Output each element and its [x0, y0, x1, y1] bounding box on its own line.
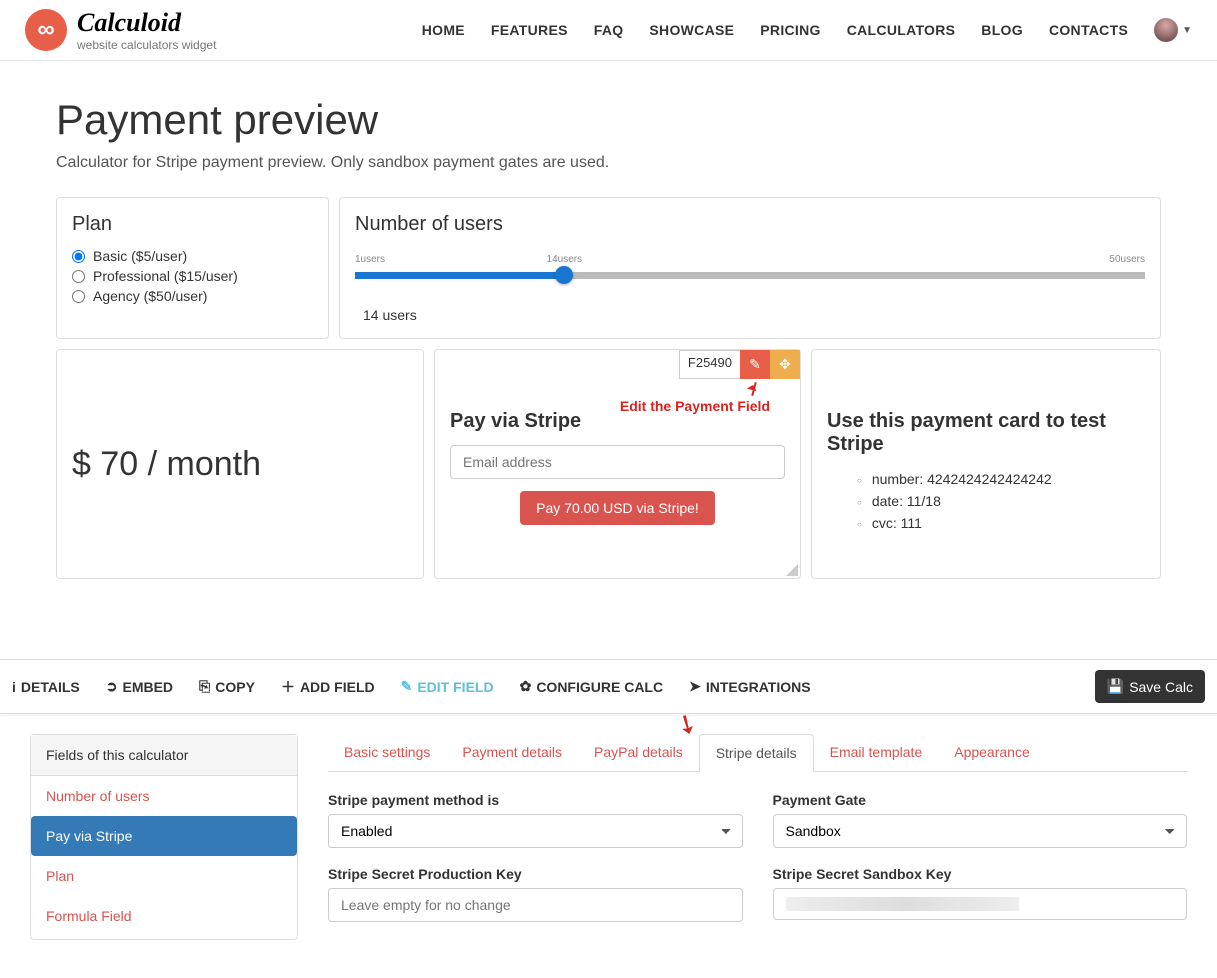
- field-id-badge: F25490: [679, 350, 740, 379]
- login-icon: ➲: [106, 678, 118, 695]
- header: ∞ Calculoid website calculators widget H…: [0, 0, 1217, 61]
- slider-min-label: 1users: [355, 254, 385, 265]
- pencil-icon: ✎: [401, 678, 413, 695]
- tab-appearance[interactable]: Appearance: [938, 734, 1046, 771]
- users-slider[interactable]: 1users 14users 50users: [355, 254, 1145, 279]
- method-label: Stripe payment method is: [328, 792, 743, 808]
- brand-tagline: website calculators widget: [77, 38, 216, 52]
- logo[interactable]: ∞ Calculoid website calculators widget: [25, 8, 216, 52]
- nav-blog[interactable]: BLOG: [981, 22, 1023, 38]
- save-icon: 💾: [1107, 678, 1124, 695]
- test-card: Use this payment card to test Stripe num…: [811, 349, 1161, 579]
- nav-contacts[interactable]: CONTACTS: [1049, 22, 1128, 38]
- blurred-value: [786, 897, 1019, 911]
- save-calc-button[interactable]: 💾Save Calc: [1095, 670, 1205, 703]
- gate-select[interactable]: Sandbox: [773, 814, 1188, 848]
- edit-annotation: Edit the Payment Field: [620, 398, 770, 414]
- nav-faq[interactable]: FAQ: [594, 22, 624, 38]
- test-card-number: number: 4242424242424242: [857, 468, 1145, 490]
- tool-add-field[interactable]: ＋ADD FIELD: [281, 677, 375, 697]
- sandbox-key-label: Stripe Secret Sandbox Key: [773, 866, 1188, 882]
- test-card-title: Use this payment card to test Stripe: [827, 410, 1145, 456]
- tool-details[interactable]: iDETAILS: [12, 679, 80, 695]
- tab-paypal[interactable]: PayPal details: [578, 734, 699, 771]
- form-area: Basic settings Payment details PayPal de…: [328, 734, 1187, 940]
- field-item-users[interactable]: Number of users: [31, 776, 297, 816]
- slider-current-label: 14users: [547, 254, 583, 265]
- fields-panel: Fields of this calculator Number of user…: [30, 734, 298, 940]
- tab-email[interactable]: Email template: [814, 734, 939, 771]
- nav-calculators[interactable]: CALCULATORS: [847, 22, 956, 38]
- logo-icon: ∞: [25, 9, 67, 51]
- plan-option-basic[interactable]: Basic ($5/user): [72, 248, 313, 264]
- move-field-button[interactable]: ✥: [770, 350, 800, 379]
- nav-pricing[interactable]: PRICING: [760, 22, 820, 38]
- plan-radio-basic[interactable]: [72, 250, 85, 263]
- resize-handle-icon[interactable]: [786, 564, 798, 576]
- plus-icon: ＋: [281, 677, 295, 697]
- tool-configure[interactable]: ✿CONFIGURE CALC: [520, 678, 664, 695]
- user-menu[interactable]: ▼: [1154, 18, 1192, 42]
- pencil-icon: ✎: [749, 356, 761, 373]
- tool-embed[interactable]: ➲EMBED: [106, 678, 173, 695]
- plan-radio-professional[interactable]: [72, 270, 85, 283]
- prod-key-label: Stripe Secret Production Key: [328, 866, 743, 882]
- test-card-cvc: cvc: 111: [857, 512, 1145, 534]
- move-icon: ✥: [779, 356, 791, 373]
- gear-icon: ✿: [520, 678, 532, 695]
- plan-card: Plan Basic ($5/user) Professional ($15/u…: [56, 197, 329, 339]
- page-title: Payment preview: [56, 96, 1161, 144]
- email-input[interactable]: [450, 445, 785, 479]
- copy-icon: ⎘: [199, 678, 210, 695]
- tab-stripe[interactable]: ➘Stripe details: [699, 734, 814, 772]
- method-select[interactable]: Enabled: [328, 814, 743, 848]
- tool-copy[interactable]: ⎘COPY: [199, 678, 255, 695]
- cursor-icon: ➤: [689, 678, 701, 695]
- page-subtitle: Calculator for Stripe payment preview. O…: [56, 154, 1161, 172]
- plan-option-professional[interactable]: Professional ($15/user): [72, 268, 313, 284]
- slider-track[interactable]: [355, 272, 1145, 279]
- plan-option-agency[interactable]: Agency ($50/user): [72, 288, 313, 304]
- nav-features[interactable]: FEATURES: [491, 22, 568, 38]
- info-icon: i: [12, 679, 16, 695]
- tool-edit-field[interactable]: ✎EDIT FIELD: [401, 678, 494, 695]
- field-header: F25490 ✎ ✥: [679, 350, 800, 379]
- users-value-text: 14 users: [355, 307, 1145, 323]
- slider-max-label: 50users: [1109, 254, 1145, 265]
- price-text: $ 70 / month: [72, 445, 261, 484]
- tabs-row: Basic settings Payment details PayPal de…: [328, 734, 1187, 772]
- plan-radio-agency[interactable]: [72, 290, 85, 303]
- slider-thumb[interactable]: [555, 266, 573, 284]
- price-card: $ 70 / month: [56, 349, 424, 579]
- users-title: Number of users: [355, 213, 1145, 236]
- editor-toolbar: iDETAILS ➲EMBED ⎘COPY ＋ADD FIELD ✎EDIT F…: [0, 659, 1217, 714]
- main-nav: HOME FEATURES FAQ SHOWCASE PRICING CALCU…: [422, 18, 1192, 42]
- field-item-formula[interactable]: Formula Field: [31, 896, 297, 936]
- gate-label: Payment Gate: [773, 792, 1188, 808]
- edit-field-button[interactable]: ✎: [740, 350, 770, 379]
- nav-home[interactable]: HOME: [422, 22, 465, 38]
- prod-key-input[interactable]: [328, 888, 743, 922]
- plan-title: Plan: [72, 213, 313, 236]
- brand-name: Calculoid: [77, 8, 216, 38]
- test-card-date: date: 11/18: [857, 490, 1145, 512]
- field-item-stripe[interactable]: Pay via Stripe: [31, 816, 297, 856]
- fields-panel-title: Fields of this calculator: [31, 735, 297, 776]
- tool-integrations[interactable]: ➤INTEGRATIONS: [689, 678, 810, 695]
- field-item-plan[interactable]: Plan: [31, 856, 297, 896]
- avatar-icon: [1154, 18, 1178, 42]
- caret-down-icon: ▼: [1182, 25, 1192, 36]
- stripe-card: F25490 ✎ ✥ Edit the Payment Field Pay vi…: [434, 349, 801, 579]
- tab-basic[interactable]: Basic settings: [328, 734, 446, 771]
- sandbox-key-input[interactable]: [773, 888, 1188, 920]
- nav-showcase[interactable]: SHOWCASE: [649, 22, 734, 38]
- tab-payment[interactable]: Payment details: [446, 734, 578, 771]
- pay-button[interactable]: Pay 70.00 USD via Stripe!: [520, 491, 715, 525]
- users-card: Number of users 1users 14users 50users 1…: [339, 197, 1161, 339]
- slider-fill: [355, 272, 564, 279]
